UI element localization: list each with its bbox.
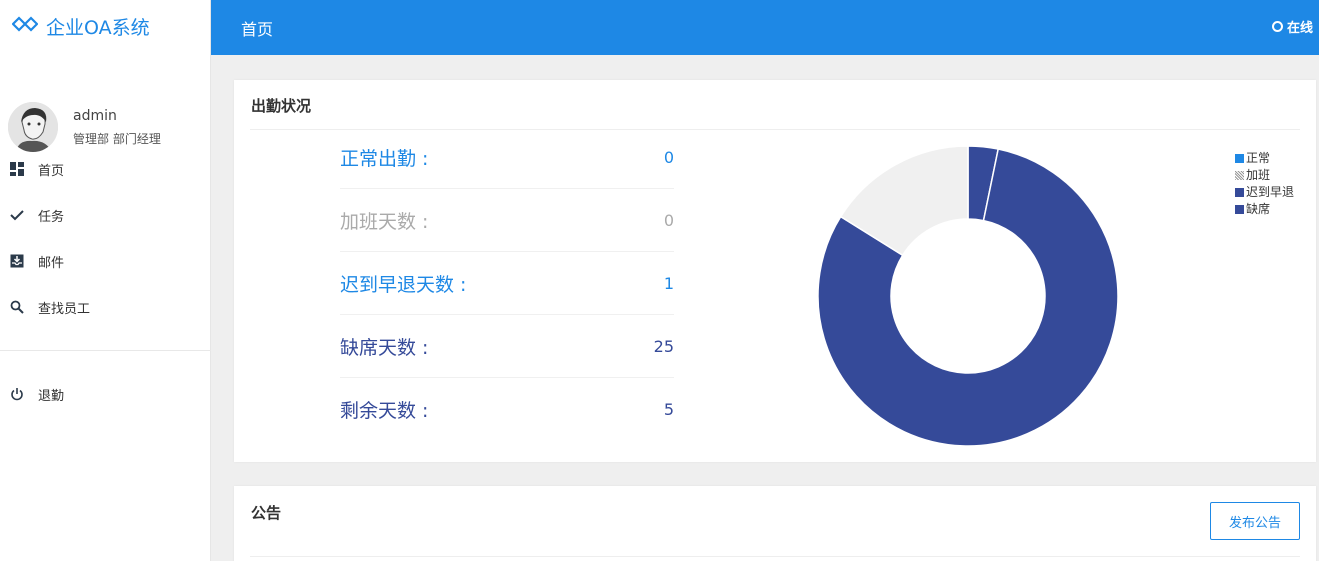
top-header: 首页 在线 bbox=[211, 0, 1319, 55]
stat-label: 迟到早退天数 : bbox=[340, 273, 467, 296]
inbox-icon bbox=[10, 254, 24, 268]
nav-item-find-staff[interactable]: 查找员工 bbox=[0, 284, 211, 330]
nav-item-label: 邮件 bbox=[38, 255, 65, 271]
logo-icon bbox=[11, 14, 39, 38]
nav-item-label: 任务 bbox=[38, 209, 65, 225]
nav-item-label: 首页 bbox=[38, 163, 65, 179]
legend-item[interactable]: 缺席 bbox=[1235, 201, 1294, 218]
nav-item-tasks[interactable]: 任务 bbox=[0, 192, 211, 238]
attendance-donut-chart bbox=[817, 145, 1119, 447]
logout-label: 退勤 bbox=[38, 388, 65, 404]
user-role: 管理部 部门经理 bbox=[73, 131, 161, 146]
legend-item[interactable]: 迟到早退 bbox=[1235, 184, 1294, 201]
brand-title: 企业OA系统 bbox=[46, 16, 150, 39]
avatar[interactable] bbox=[8, 102, 58, 152]
publish-notice-button[interactable]: 发布公告 bbox=[1210, 502, 1300, 540]
stat-value: 0 bbox=[663, 210, 674, 230]
stat-value: 0 bbox=[663, 147, 674, 167]
stat-value: 25 bbox=[653, 336, 674, 356]
stat-row-overtime: 加班天数 : 0 bbox=[340, 189, 674, 252]
nav-menu: 首页 任务 邮件 查找员工 bbox=[0, 146, 211, 330]
legend-swatch bbox=[1235, 188, 1244, 197]
brand[interactable]: 企业OA系统 bbox=[0, 0, 210, 52]
search-icon bbox=[10, 300, 24, 314]
legend-label: 正常 bbox=[1246, 151, 1271, 165]
attendance-card: 出勤状况 正常出勤 : 0 加班天数 : 0 迟到早退天数 : 1 缺席天数 :… bbox=[234, 80, 1316, 462]
legend-item[interactable]: 加班 bbox=[1235, 167, 1294, 184]
stat-row-normal: 正常出勤 : 0 bbox=[340, 126, 674, 189]
nav-divider bbox=[0, 350, 211, 351]
legend-label: 迟到早退 bbox=[1246, 185, 1295, 199]
legend-item[interactable]: 正常 bbox=[1235, 150, 1294, 167]
power-icon bbox=[10, 387, 24, 401]
legend-swatch bbox=[1235, 171, 1244, 180]
sidebar: 企业OA系统 admin 管理部 部门经理 首页 任务 邮件 查找员工 退勤 bbox=[0, 0, 211, 561]
notice-card: 公告 发布公告 bbox=[234, 486, 1316, 561]
legend-label: 加班 bbox=[1246, 168, 1271, 182]
card-divider bbox=[250, 556, 1300, 557]
page-title: 首页 bbox=[241, 20, 274, 39]
stat-row-late: 迟到早退天数 : 1 bbox=[340, 252, 674, 315]
check-icon bbox=[10, 208, 24, 222]
stat-value: 5 bbox=[663, 400, 674, 419]
stat-row-remaining: 剩余天数 : 5 bbox=[340, 378, 674, 441]
status-label: 在线 bbox=[1286, 21, 1313, 36]
user-name: admin bbox=[73, 107, 117, 124]
status-dot-icon bbox=[1271, 21, 1283, 32]
legend-swatch bbox=[1235, 154, 1244, 163]
stat-label: 加班天数 : bbox=[340, 210, 429, 233]
stat-row-absent: 缺席天数 : 25 bbox=[340, 315, 674, 378]
stat-label: 缺席天数 : bbox=[340, 336, 429, 359]
stat-value: 1 bbox=[663, 273, 674, 293]
nav-item-label: 查找员工 bbox=[38, 301, 91, 317]
chart-legend: 正常 加班 迟到早退 缺席 bbox=[1235, 150, 1294, 218]
online-status[interactable]: 在线 bbox=[1271, 17, 1313, 36]
stat-label: 剩余天数 : bbox=[340, 400, 429, 422]
dashboard-icon bbox=[10, 162, 24, 176]
stat-label: 正常出勤 : bbox=[340, 147, 429, 170]
nav-item-home[interactable]: 首页 bbox=[0, 146, 211, 192]
legend-label: 缺席 bbox=[1246, 202, 1271, 216]
legend-swatch bbox=[1235, 205, 1244, 214]
notice-title: 公告 bbox=[251, 504, 282, 522]
attendance-title: 出勤状况 bbox=[251, 97, 312, 115]
nav-logout: 退勤 bbox=[0, 371, 211, 417]
nav-item-mail[interactable]: 邮件 bbox=[0, 238, 211, 284]
logout-button[interactable]: 退勤 bbox=[0, 371, 211, 417]
